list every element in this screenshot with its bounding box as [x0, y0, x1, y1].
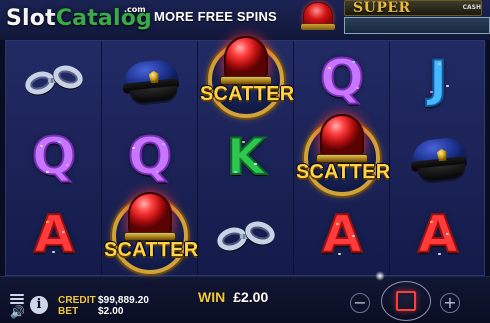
symbol-letter: Q: [31, 126, 77, 187]
slot-game: SlotCatalog .com MORE FREE SPINS SUPER R…: [0, 0, 490, 323]
decrease-bet-button[interactable]: −: [350, 293, 370, 313]
bet-value: $2.00: [98, 306, 124, 317]
increase-bet-button[interactable]: +: [440, 293, 460, 313]
bet-label: BET: [58, 306, 79, 317]
scatter-label: SCATTER: [104, 239, 199, 261]
reel-1-row-3: A: [6, 197, 102, 275]
symbol-letter: A: [321, 204, 363, 265]
reel-2: Q SCATTER: [102, 41, 198, 275]
police-hat-icon: [402, 131, 474, 185]
symbol-letter: Q: [127, 126, 173, 187]
symbol-letter: Q: [319, 48, 365, 109]
scatter-siren-icon: SCATTER: [200, 34, 295, 126]
slotcatalog-logo: Slot Catalog .com: [6, 5, 152, 31]
logo-slot-text: Slot: [6, 6, 56, 31]
reel-2-row-3: SCATTER: [102, 192, 198, 275]
win-display: WIN £2.00: [198, 289, 318, 309]
super-respin-title: SUPER RESPIN CASH: [344, 0, 482, 32]
reel-3-row-2: K: [198, 119, 294, 197]
reel-1: Q A: [6, 41, 102, 275]
reel-5: J A: [390, 41, 486, 275]
logo-com-text: .com: [124, 5, 146, 14]
credit-bet-info: CREDIT $99,889.20 BET $2.00: [58, 293, 178, 323]
handcuffs-icon: [211, 216, 281, 256]
cash-label: CASH: [462, 4, 481, 11]
reel-5-row-2: [390, 119, 486, 197]
reel-5-row-1: J: [390, 41, 486, 119]
reel-5-row-3: A: [390, 197, 486, 275]
police-hat-icon: [114, 53, 186, 107]
symbol-letter: J: [428, 50, 449, 108]
symbol-letter: A: [33, 204, 75, 265]
reel-3-row-1: SCATTER: [198, 36, 294, 119]
reel-2-row-1: [102, 41, 198, 119]
symbol-letter: A: [417, 204, 459, 265]
symbol-letter: K: [226, 128, 267, 186]
stop-icon: [396, 291, 416, 311]
reel-4: Q SCATTER A: [294, 41, 390, 275]
reel-2-row-2: Q: [102, 119, 198, 197]
bottom-control-bar: 🔊 i CREDIT $99,889.20 BET $2.00 WIN £2.0…: [0, 269, 490, 323]
scatter-label: SCATTER: [200, 83, 295, 105]
reel-3-row-3: [198, 197, 294, 275]
siren-icon: [301, 2, 335, 30]
credit-label: CREDIT: [58, 295, 96, 306]
reels-frame: Q A Q SCATTER SCATTER K Q SCATTER A J A: [5, 36, 486, 276]
free-spins-promo-text: MORE FREE SPINS: [154, 9, 277, 24]
credit-value: $99,889.20: [98, 295, 150, 306]
menu-icon[interactable]: [10, 293, 24, 305]
info-icon[interactable]: i: [30, 296, 48, 314]
reel-4-row-3: A: [294, 197, 390, 275]
scatter-siren-icon: SCATTER: [296, 112, 391, 204]
sound-icon[interactable]: 🔊: [10, 306, 26, 318]
scatter-siren-icon: SCATTER: [104, 190, 199, 282]
scatter-label: SCATTER: [296, 161, 391, 183]
spin-stop-button[interactable]: [373, 269, 431, 321]
reel-1-row-2: Q: [6, 119, 102, 197]
reel-4-row-1: Q: [294, 41, 390, 119]
win-amount: £2.00: [233, 289, 269, 305]
handcuffs-icon: [19, 60, 89, 100]
bet-row: BET $2.00: [58, 306, 198, 318]
reel-3: SCATTER K: [198, 36, 294, 275]
win-label: WIN: [198, 289, 226, 305]
reel-1-row-1: [6, 41, 102, 119]
super-respin-window: [344, 17, 490, 34]
super-respin-panel: SUPER RESPIN CASH: [344, 0, 490, 36]
reel-4-row-2: SCATTER: [294, 114, 390, 197]
